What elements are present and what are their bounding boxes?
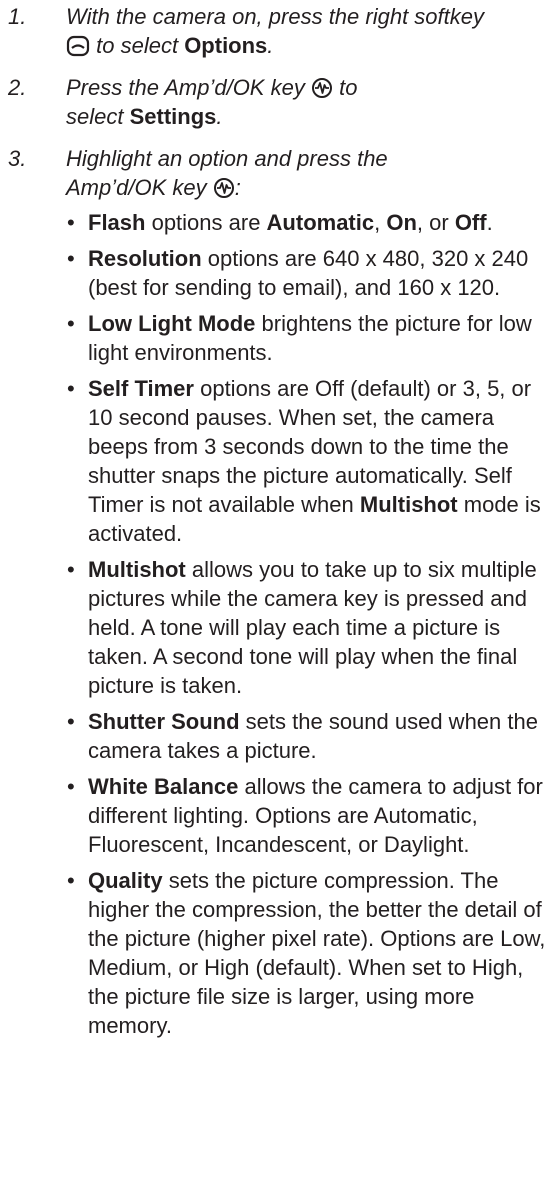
- option-resolution: • Resolution options are 640 x 480, 320 …: [67, 246, 529, 300]
- steps-list: 1. With the camera on, press the right s…: [8, 2, 548, 1040]
- bullet: •: [67, 868, 75, 893]
- right-softkey-icon: [66, 35, 90, 57]
- step-text: With the camera on, press the right soft…: [66, 4, 484, 58]
- option-term: Shutter Sound: [88, 709, 240, 734]
- bullet: •: [67, 557, 75, 582]
- option-term: Self Timer: [88, 376, 194, 401]
- option-flash: • Flash options are Automatic, On, or Of…: [67, 210, 493, 235]
- bullet: •: [67, 246, 75, 271]
- ampd-ok-key-icon: [311, 77, 333, 99]
- instruction-page: 1. With the camera on, press the right s…: [0, 0, 556, 1040]
- option-term: Quality: [88, 868, 163, 893]
- step-text: Highlight an option and press the Amp’d/O…: [66, 146, 388, 200]
- step-number: 2.: [8, 75, 27, 100]
- option-shutter-sound: • Shutter Sound sets the sound used when…: [67, 709, 538, 763]
- option-term: Low Light Mode: [88, 311, 256, 336]
- step-number: 3.: [8, 146, 27, 171]
- settings-term: Settings: [129, 104, 217, 129]
- option-low-light-mode: • Low Light Mode brightens the picture f…: [67, 311, 532, 365]
- option-quality: • Quality sets the picture compression. …: [67, 868, 546, 1038]
- bullet: •: [67, 311, 75, 336]
- options-term: Options: [184, 33, 268, 58]
- option-white-balance: • White Balance allows the camera to adj…: [67, 774, 543, 857]
- bullet: •: [67, 709, 75, 734]
- option-term: Multishot: [88, 557, 186, 582]
- option-multishot: • Multishot allows you to take up to six…: [67, 557, 537, 698]
- step-1: 1. With the camera on, press the right s…: [8, 2, 548, 60]
- step-3: 3. Highlight an option and press the Amp’…: [8, 144, 548, 1040]
- ampd-ok-key-icon: [213, 177, 235, 199]
- option-term: Resolution: [88, 246, 202, 271]
- bullet: •: [67, 210, 75, 235]
- option-term: Flash: [88, 210, 146, 235]
- bullet: •: [67, 774, 75, 799]
- bullet: •: [67, 376, 75, 401]
- step-number: 1.: [8, 4, 27, 29]
- step-2: 2. Press the Amp’d/OK key to select Setti…: [8, 73, 548, 131]
- step-text: Press the Amp’d/OK key to select Settings…: [66, 75, 358, 129]
- settings-options-list: • Flash options are Automatic, On, or Of…: [66, 208, 548, 1040]
- option-term: White Balance: [88, 774, 239, 799]
- option-self-timer: • Self Timer options are Off (default) o…: [67, 376, 541, 546]
